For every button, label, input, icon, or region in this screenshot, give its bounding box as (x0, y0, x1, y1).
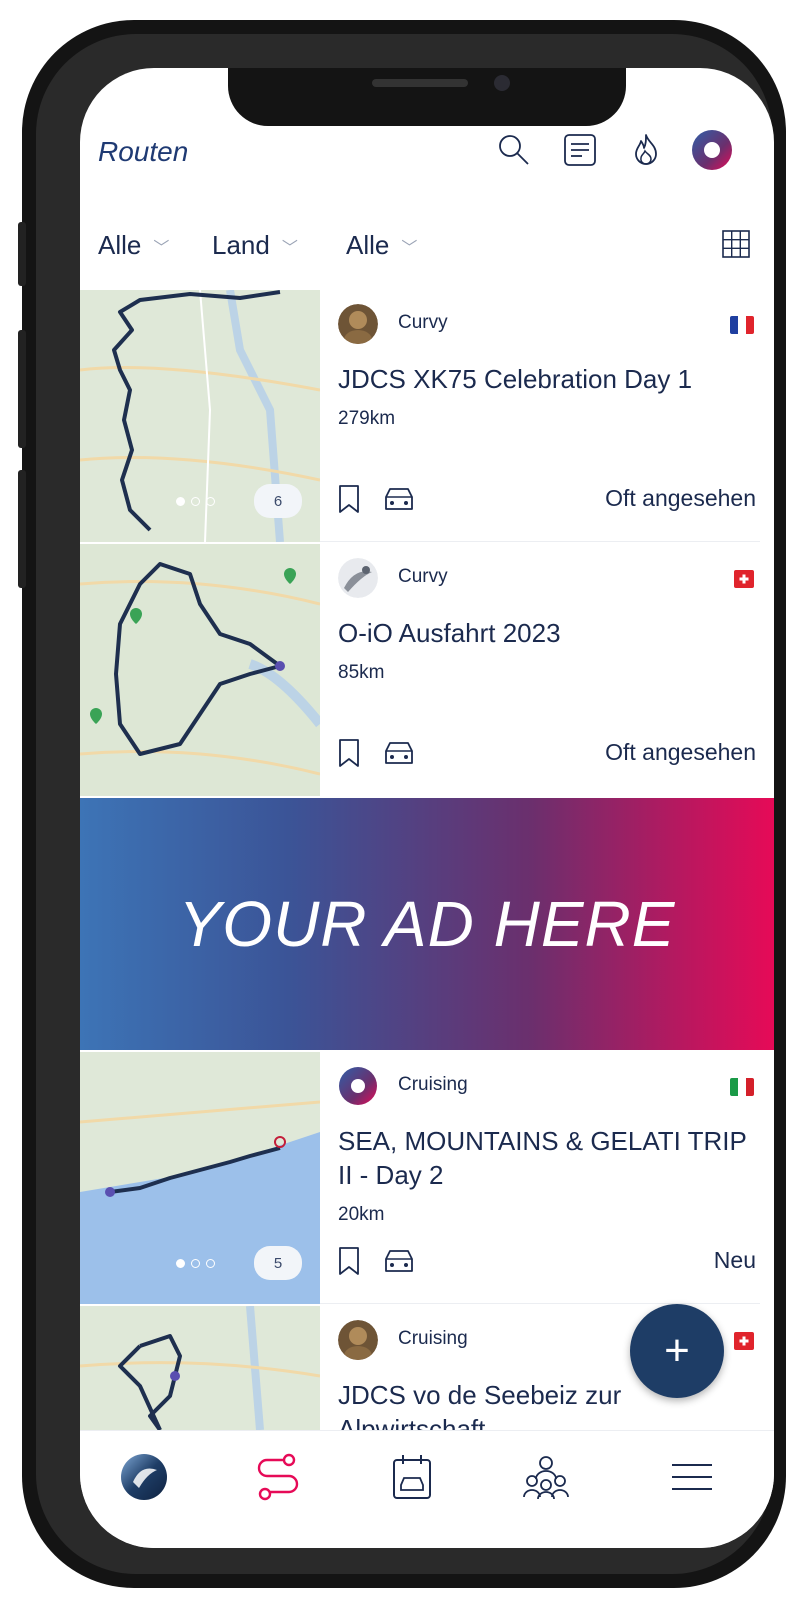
car-icon[interactable] (382, 485, 416, 513)
map-image (80, 544, 320, 796)
profile-avatar-button[interactable] (690, 128, 734, 172)
switzerland-flag-icon (734, 570, 754, 588)
route-title[interactable]: SEA, MOUNTAINS & GELATI TRIP II - Day 2 (338, 1124, 758, 1192)
route-card[interactable]: Curvy O-iO Ausfahrt 2023 85km Oft angese… (80, 544, 774, 796)
speaker-grille (372, 79, 468, 87)
route-title[interactable]: O-iO Ausfahrt 2023 (338, 616, 758, 650)
route-style-label: Cruising (398, 1328, 468, 1349)
add-route-button[interactable]: + (630, 1304, 724, 1398)
route-map-thumbnail[interactable] (80, 544, 320, 796)
route-distance: 20km (338, 1204, 385, 1225)
tab-home[interactable] (114, 1447, 174, 1507)
image-count-badge: 6 (254, 484, 302, 518)
flame-icon (635, 134, 657, 165)
car-icon[interactable] (382, 1247, 416, 1275)
grid-icon (722, 230, 750, 258)
avatar[interactable] (338, 304, 378, 344)
image-count-badge: 5 (254, 1246, 302, 1280)
avatar[interactable] (338, 1320, 378, 1360)
route-style-label: Cruising (398, 1074, 468, 1095)
page-title: Routen (98, 136, 189, 167)
route-map-thumbnail[interactable]: 5 (80, 1052, 320, 1304)
route-actions (338, 738, 416, 768)
front-camera (494, 75, 510, 91)
france-flag-icon (730, 316, 754, 334)
plus-icon: + (664, 1326, 690, 1375)
chevron-down-icon: ﹀ (401, 239, 418, 257)
route-distance: 279km (338, 408, 396, 429)
filter-dropdown-country[interactable]: Land ﹀ (212, 230, 298, 261)
italy-flag-icon (730, 1078, 754, 1096)
app-logo-icon (692, 130, 732, 170)
trending-button[interactable] (624, 128, 668, 172)
avatar[interactable] (338, 558, 378, 598)
avatar[interactable] (338, 1066, 378, 1106)
chevron-down-icon: ﹀ (153, 239, 170, 257)
card-divider (320, 1303, 760, 1304)
volume-down-button (18, 470, 26, 588)
tab-community[interactable] (516, 1447, 576, 1507)
tab-garage[interactable] (382, 1447, 442, 1507)
tab-routes[interactable] (248, 1447, 308, 1507)
filter-dropdown-type[interactable]: Alle ﹀ (346, 230, 417, 261)
route-map-thumbnail[interactable]: 6 (80, 290, 320, 542)
bookmark-icon[interactable] (338, 1246, 360, 1276)
route-card[interactable]: 5 Cruising SEA, MOUNTAINS & GELATI TRIP … (80, 1052, 774, 1304)
bookmark-icon[interactable] (338, 738, 360, 768)
ad-text: YOUR AD HERE (178, 888, 676, 960)
filter-bar: Alle ﹀ Land ﹀ Alle ﹀ (80, 218, 774, 278)
filter-label: Land (212, 230, 270, 260)
search-button[interactable] (492, 128, 536, 172)
tab-menu[interactable] (662, 1447, 722, 1507)
route-status-label: Neu (713, 1247, 756, 1273)
route-style-label: Curvy (398, 312, 448, 333)
switzerland-flag-icon (734, 1332, 754, 1350)
volume-up-button (18, 330, 26, 448)
filter-dropdown-category[interactable]: Alle ﹀ (98, 230, 169, 261)
phone-notch (228, 68, 626, 126)
news-button[interactable] (558, 128, 602, 172)
route-distance: 85km (338, 662, 385, 683)
search-icon (499, 135, 529, 165)
hamburger-menu-icon (672, 1464, 712, 1490)
image-carousel-dots (176, 497, 215, 506)
filter-label: Alle (346, 230, 390, 260)
document-icon (564, 134, 596, 166)
route-style-label: Curvy (398, 566, 448, 587)
ad-banner[interactable]: YOUR AD HERE (80, 798, 774, 1050)
route-icon (257, 1453, 299, 1501)
route-map-thumbnail[interactable] (80, 1306, 320, 1430)
mute-switch (18, 222, 26, 286)
filter-label: Alle (98, 230, 142, 260)
route-status-label: Oft angesehen (605, 485, 756, 511)
community-icon (523, 1456, 569, 1500)
route-title[interactable]: JDCS XK75 Celebration Day 1 (338, 362, 758, 396)
route-status-label: Oft angesehen (605, 739, 756, 765)
bottom-tab-bar (80, 1430, 774, 1548)
grid-view-toggle[interactable] (720, 228, 752, 265)
route-actions (338, 484, 416, 514)
calendar-car-icon (393, 1455, 431, 1499)
app-header: Routen (80, 120, 774, 210)
bookmark-icon[interactable] (338, 484, 360, 514)
app-screen: Routen Alle ﹀ Land ﹀ Alle ﹀ 6 Curvy JDCS… (80, 68, 774, 1548)
chevron-down-icon: ﹀ (281, 239, 298, 257)
app-logo-icon (121, 1454, 167, 1500)
route-card[interactable]: 6 Curvy JDCS XK75 Celebration Day 1 279k… (80, 290, 774, 542)
card-divider (320, 541, 760, 542)
car-icon[interactable] (382, 739, 416, 767)
map-image (80, 1306, 320, 1430)
route-actions (338, 1246, 416, 1276)
image-carousel-dots (176, 1259, 215, 1268)
